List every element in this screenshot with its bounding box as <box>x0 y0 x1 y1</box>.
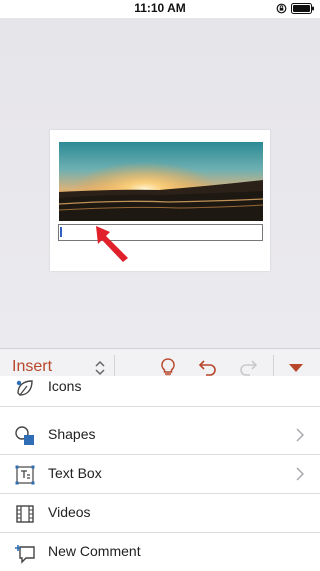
slide[interactable] <box>50 130 270 271</box>
text-box-placeholder[interactable] <box>58 224 263 241</box>
slide-canvas[interactable] <box>0 18 320 348</box>
videos-icon <box>16 505 34 523</box>
status-indicators <box>276 3 315 14</box>
list-item-new-comment[interactable]: New Comment <box>0 533 320 571</box>
list-item-label: Text Box <box>48 465 102 481</box>
list-item-shapes[interactable]: Shapes <box>0 416 320 455</box>
list-item-videos[interactable]: Videos <box>0 494 320 533</box>
shapes-icon <box>15 426 34 445</box>
icons-icon <box>16 380 33 396</box>
ribbon-tab-selector[interactable]: Insert <box>12 358 52 376</box>
collapse-ribbon-icon[interactable] <box>288 362 304 374</box>
annotation-arrow <box>96 226 128 262</box>
rotation-lock-icon <box>276 3 287 14</box>
chevron-right-icon <box>296 467 304 481</box>
list-item-icons[interactable]: Icons <box>0 376 320 407</box>
status-time: 11:10 AM <box>134 1 186 15</box>
undo-icon[interactable] <box>198 357 218 377</box>
new-comment-icon <box>15 545 35 564</box>
text-cursor <box>60 227 62 237</box>
redo-icon[interactable] <box>238 357 258 377</box>
chevron-updown-icon[interactable] <box>94 358 106 378</box>
list-item-label: Shapes <box>48 426 96 442</box>
insert-command-list: Icons Shapes Text Box Videos New Comment <box>0 376 320 571</box>
chevron-right-icon <box>296 428 304 442</box>
status-bar: 11:10 AM <box>0 0 320 18</box>
list-item-label: Videos <box>48 504 91 520</box>
list-item-label: New Comment <box>48 543 141 559</box>
text-box-icon <box>15 465 35 485</box>
sunset-image[interactable] <box>59 142 263 221</box>
battery-icon <box>291 3 314 14</box>
list-item-label: Icons <box>48 378 82 394</box>
list-item-text-box[interactable]: Text Box <box>0 455 320 494</box>
